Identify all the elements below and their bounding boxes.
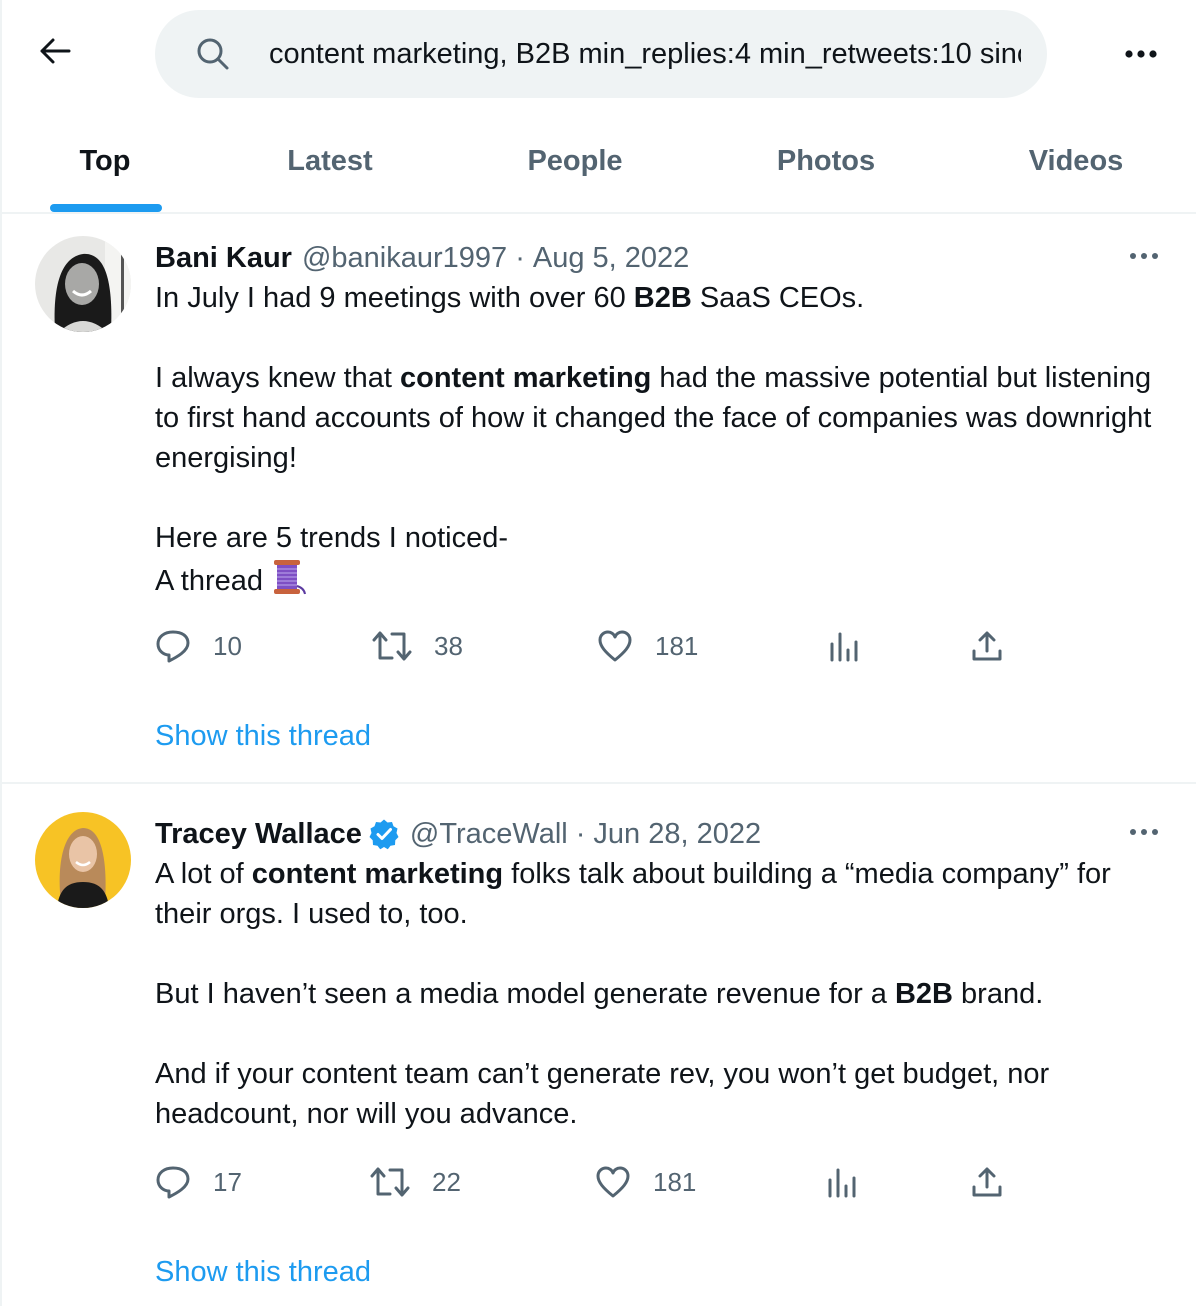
retweet-icon — [370, 1164, 410, 1200]
separator-dot: · — [515, 242, 525, 274]
avatar[interactable] — [35, 812, 131, 908]
tweet-more-button[interactable] — [1120, 812, 1168, 852]
tweet-body: Bani Kaur @banikaur1997 · Aug 5, 2022 In… — [155, 238, 1168, 601]
tweet-text: A lot of content marketing folks talk ab… — [155, 854, 1168, 1134]
user-handle[interactable]: @TraceWall — [410, 814, 568, 854]
share-button[interactable] — [970, 1162, 1004, 1202]
tweet-paragraph: A thread — [155, 558, 1168, 601]
tab-photos[interactable]: Photos — [698, 110, 954, 212]
display-name[interactable]: Tracey Wallace — [155, 814, 362, 854]
tweet-header: Tracey Wallace @TraceWall · Jun 28, 2022 — [155, 814, 1168, 854]
more-horizontal-icon — [1129, 823, 1159, 841]
tab-latest[interactable]: Latest — [208, 110, 452, 212]
tweet-blank-line — [155, 1014, 1168, 1054]
heart-icon — [595, 1165, 631, 1199]
show-thread-link[interactable]: Show this thread — [155, 716, 371, 756]
highlighted-keyword: content marketing — [251, 858, 504, 890]
like-count: 181 — [655, 630, 699, 661]
search-results-page: Top Latest People Photos Videos — [0, 0, 1196, 1306]
tweet-more-button[interactable] — [1120, 236, 1168, 276]
active-tab-indicator — [50, 204, 162, 212]
search-input[interactable] — [269, 29, 1021, 79]
tab-people[interactable]: People — [452, 110, 698, 212]
tweet-paragraph: In July I had 9 meetings with over 60 B2… — [155, 282, 865, 314]
retweet-icon — [372, 628, 412, 664]
tab-label: Top — [79, 144, 131, 177]
search-header — [2, 0, 1196, 110]
search-tabs: Top Latest People Photos Videos — [2, 110, 1196, 214]
analytics-button[interactable] — [826, 1162, 858, 1202]
back-button[interactable] — [30, 28, 80, 78]
more-horizontal-icon — [1129, 247, 1159, 265]
tweet-text: In July I had 9 meetings with over 60 B2… — [155, 278, 1168, 601]
user-handle[interactable]: @banikaur1997 — [302, 238, 507, 278]
more-options-button[interactable] — [1117, 33, 1165, 77]
avatar[interactable] — [35, 236, 131, 332]
tab-label: People — [527, 144, 623, 177]
like-count: 181 — [653, 1166, 697, 1197]
display-name[interactable]: Bani Kaur — [155, 238, 292, 278]
tweet-header: Bani Kaur @banikaur1997 · Aug 5, 2022 — [155, 238, 1168, 278]
analytics-icon — [828, 630, 860, 662]
tweet-blank-line — [155, 934, 1168, 974]
retweet-count: 22 — [432, 1166, 461, 1197]
reply-button[interactable]: 17 — [155, 1162, 242, 1202]
search-icon — [195, 36, 231, 72]
separator-dot: · — [575, 818, 586, 850]
tab-videos[interactable]: Videos — [954, 110, 1196, 212]
tweet[interactable]: Bani Kaur @banikaur1997 · Aug 5, 2022 In… — [2, 216, 1196, 784]
reply-count: 10 — [213, 630, 242, 661]
tab-label: Videos — [1028, 144, 1124, 177]
share-icon — [970, 629, 1004, 663]
tweet-paragraph: A lot of content marketing folks talk ab… — [155, 858, 1111, 930]
highlighted-keyword: content marketing — [400, 362, 652, 394]
tweet[interactable]: Tracey Wallace @TraceWall · Jun 28, 2022… — [2, 786, 1196, 1306]
search-box[interactable] — [155, 10, 1047, 98]
highlighted-keyword: B2B — [633, 282, 692, 314]
like-button[interactable]: 181 — [597, 626, 698, 666]
verified-badge-icon — [368, 818, 400, 850]
heart-icon — [597, 629, 633, 663]
tweet-date[interactable]: Jun 28, 2022 — [593, 814, 761, 854]
tweet-paragraph: Here are 5 trends I noticed- — [155, 522, 509, 554]
arrow-left-icon — [39, 37, 71, 70]
tweet-paragraph: And if your content team can’t generate … — [155, 1058, 1050, 1130]
tab-top[interactable]: Top — [2, 110, 208, 212]
highlighted-keyword: B2B — [894, 978, 953, 1010]
reply-icon — [155, 628, 191, 664]
reply-icon — [155, 1164, 191, 1200]
tab-label: Latest — [287, 144, 373, 177]
analytics-button[interactable] — [828, 626, 860, 666]
share-icon — [970, 1165, 1004, 1199]
reply-button[interactable]: 10 — [155, 626, 242, 666]
tweet-paragraph: I always knew that content marketing had… — [155, 362, 1152, 474]
retweet-count: 38 — [434, 630, 463, 661]
tweet-blank-line — [155, 318, 1168, 358]
spool-of-thread-emoji-icon — [271, 558, 307, 596]
reply-count: 17 — [213, 1166, 242, 1197]
tweet-blank-line — [155, 478, 1168, 518]
analytics-icon — [826, 1166, 858, 1198]
more-horizontal-icon — [1124, 46, 1158, 64]
retweet-button[interactable]: 22 — [370, 1162, 461, 1202]
tweet-body: Tracey Wallace @TraceWall · Jun 28, 2022… — [155, 814, 1168, 1134]
tweet-date[interactable]: Aug 5, 2022 — [533, 238, 689, 278]
tweet-paragraph: But I haven’t seen a media model generat… — [155, 978, 1044, 1010]
retweet-button[interactable]: 38 — [372, 626, 463, 666]
share-button[interactable] — [970, 626, 1004, 666]
show-thread-link[interactable]: Show this thread — [155, 1252, 371, 1292]
like-button[interactable]: 181 — [595, 1162, 696, 1202]
tab-label: Photos — [776, 144, 876, 177]
